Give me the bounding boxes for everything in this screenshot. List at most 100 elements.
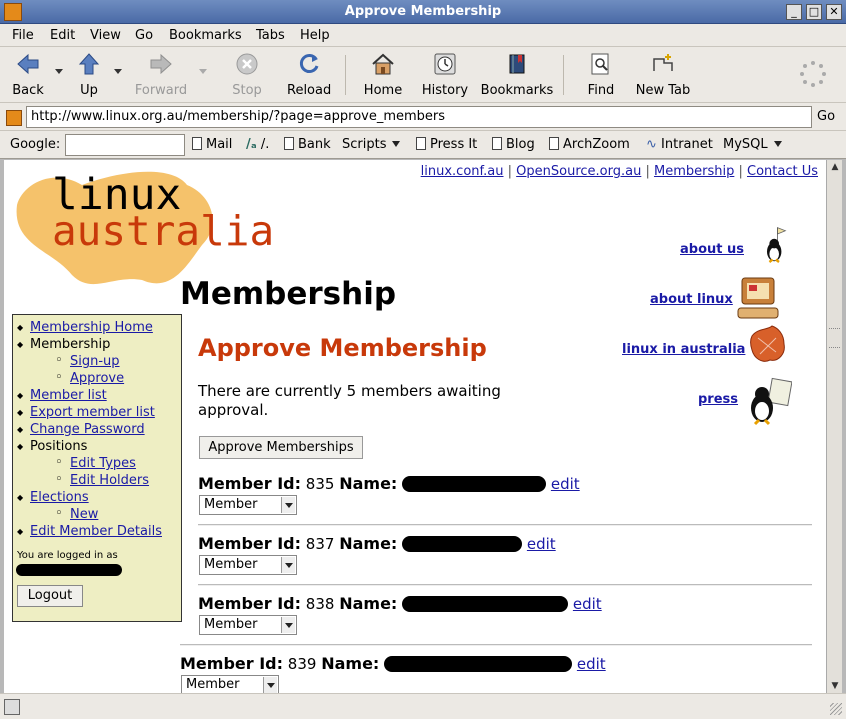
bookmark-intranet[interactable]: ∿ Intranet [646, 137, 713, 152]
vertical-scrollbar[interactable]: ▲ ▼ [826, 160, 842, 693]
redacted-name [384, 656, 573, 672]
menu-tabs[interactable]: Tabs [256, 28, 285, 43]
sidebar-item-edit-holders[interactable]: Edit Holders [17, 471, 181, 489]
resize-grip-icon[interactable] [830, 703, 842, 715]
link-membership[interactable]: Membership [654, 164, 734, 179]
menu-edit[interactable]: Edit [50, 28, 75, 43]
sidebar-item-new[interactable]: New [17, 505, 181, 523]
edit-link[interactable]: edit [577, 655, 606, 673]
menu-view[interactable]: View [90, 28, 121, 43]
divider [198, 584, 812, 586]
page-icon [284, 137, 294, 150]
minimize-button[interactable]: _ [786, 4, 802, 20]
maximize-button[interactable]: □ [806, 4, 822, 20]
sidebar-item-approve[interactable]: Approve [17, 369, 181, 387]
new-tab-button[interactable]: New Tab [635, 51, 691, 98]
menu-go[interactable]: Go [135, 28, 153, 43]
home-button[interactable]: Home [361, 51, 405, 98]
sidebar-item-edit-member-details[interactable]: Edit Member Details [17, 523, 181, 540]
up-dropdown-icon[interactable] [114, 69, 122, 74]
member-type-select[interactable]: Member [181, 675, 279, 693]
sidebar-item-sign-up[interactable]: Sign-up [17, 352, 181, 370]
link-contact-us[interactable]: Contact Us [747, 164, 818, 179]
penguin-newspaper-icon [751, 377, 792, 426]
nav-about-us[interactable]: about us [680, 242, 744, 257]
bookmark-mysql-folder[interactable]: MySQL [723, 137, 782, 152]
chevron-down-icon [281, 557, 295, 573]
member-row: Member Id: 839 Name: edit Member [180, 654, 812, 693]
google-label: Google: [10, 137, 61, 152]
sidebar-item-membership-home[interactable]: Membership Home [17, 319, 181, 336]
bookmark-archzoom[interactable]: ArchZoom [549, 137, 630, 152]
location-bar: http://www.linux.org.au/membership/?page… [0, 103, 846, 131]
member-id: 837 [305, 535, 335, 553]
forward-button[interactable]: Forward [133, 51, 189, 98]
page-icon [416, 137, 426, 150]
history-button[interactable]: History [421, 51, 469, 98]
stop-button[interactable]: Stop [229, 51, 265, 98]
chevron-down-icon [281, 617, 295, 633]
redacted-name [402, 476, 547, 492]
page-icon [492, 137, 502, 150]
menu-help[interactable]: Help [300, 28, 330, 43]
bookmark-scripts-folder[interactable]: Scripts [342, 137, 401, 152]
go-button[interactable]: Go [817, 109, 835, 124]
member-type-select[interactable]: Member [199, 495, 297, 515]
up-button[interactable]: Up [74, 51, 104, 98]
url-input[interactable]: http://www.linux.org.au/membership/?page… [26, 106, 812, 128]
security-lock-icon[interactable] [4, 699, 20, 715]
member-id: 839 [287, 655, 317, 673]
edit-link[interactable]: edit [573, 595, 602, 613]
scroll-down-icon[interactable]: ▼ [828, 679, 842, 693]
back-dropdown-icon[interactable] [55, 69, 63, 74]
scroll-up-icon[interactable]: ▲ [828, 160, 842, 174]
chevron-down-icon [281, 497, 295, 513]
bookmark-bank[interactable]: Bank [284, 137, 331, 152]
nav-linux-in-australia[interactable]: linux in australia [622, 342, 745, 357]
up-arrow-icon [78, 53, 100, 75]
computer-monitor-icon [737, 277, 779, 319]
menu-bookmarks[interactable]: Bookmarks [169, 28, 242, 43]
bookmark-press-it[interactable]: Press It [416, 137, 477, 152]
bookmark-mail[interactable]: Mail [192, 137, 232, 152]
chevron-down-icon [773, 141, 782, 147]
nav-press[interactable]: press [698, 392, 738, 407]
google-search-input[interactable] [65, 134, 185, 156]
redacted-username [16, 564, 122, 576]
logout-button[interactable]: Logout [17, 585, 83, 607]
edit-link[interactable]: edit [527, 535, 556, 553]
sidebar-item-elections[interactable]: Elections [17, 489, 181, 506]
pending-count-text: There are currently 5 members awaiting a… [198, 382, 501, 419]
reload-button[interactable]: Reload [287, 51, 331, 98]
redacted-name [402, 596, 569, 612]
sidebar-item-edit-types[interactable]: Edit Types [17, 454, 181, 472]
close-button[interactable]: ✕ [826, 4, 842, 20]
forward-dropdown-icon[interactable] [199, 69, 207, 74]
sidebar-item-export-member-list[interactable]: Export member list [17, 404, 181, 421]
back-button[interactable]: Back [8, 51, 48, 98]
menu-file[interactable]: File [12, 28, 34, 43]
logged-in-label: You are logged in as [17, 550, 118, 561]
sidebar-menu: Membership Home Membership Sign-up Appro… [12, 314, 182, 622]
edit-link[interactable]: edit [551, 475, 580, 493]
scroll-thumb[interactable] [829, 328, 840, 348]
approve-memberships-button[interactable]: Approve Memberships [199, 436, 363, 459]
member-id: 835 [305, 475, 335, 493]
member-id: 838 [305, 595, 335, 613]
history-clock-icon [434, 53, 456, 75]
member-type-select[interactable]: Member [199, 555, 297, 575]
window-titlebar[interactable]: Approve Membership _ □ ✕ [0, 0, 846, 24]
link-opensource-org-au[interactable]: OpenSource.org.au [516, 164, 641, 179]
bookmarks-button[interactable]: Bookmarks [480, 51, 554, 98]
nav-about-linux[interactable]: about linux [650, 292, 733, 307]
sidebar-item-change-password[interactable]: Change Password [17, 421, 181, 438]
link-linux-conf-au[interactable]: linux.conf.au [421, 164, 504, 179]
member-type-select[interactable]: Member [199, 615, 297, 635]
divider [180, 644, 812, 646]
bookmark-blog[interactable]: Blog [492, 137, 535, 152]
bookmark-slashdot[interactable]: /ₐ /. [246, 137, 269, 152]
find-button[interactable]: Find [585, 51, 617, 98]
sidebar-item-member-list[interactable]: Member list [17, 387, 181, 404]
page-viewport[interactable]: linux.conf.au | OpenSource.org.au | Memb… [4, 160, 826, 693]
site-favicon-icon [6, 110, 22, 126]
